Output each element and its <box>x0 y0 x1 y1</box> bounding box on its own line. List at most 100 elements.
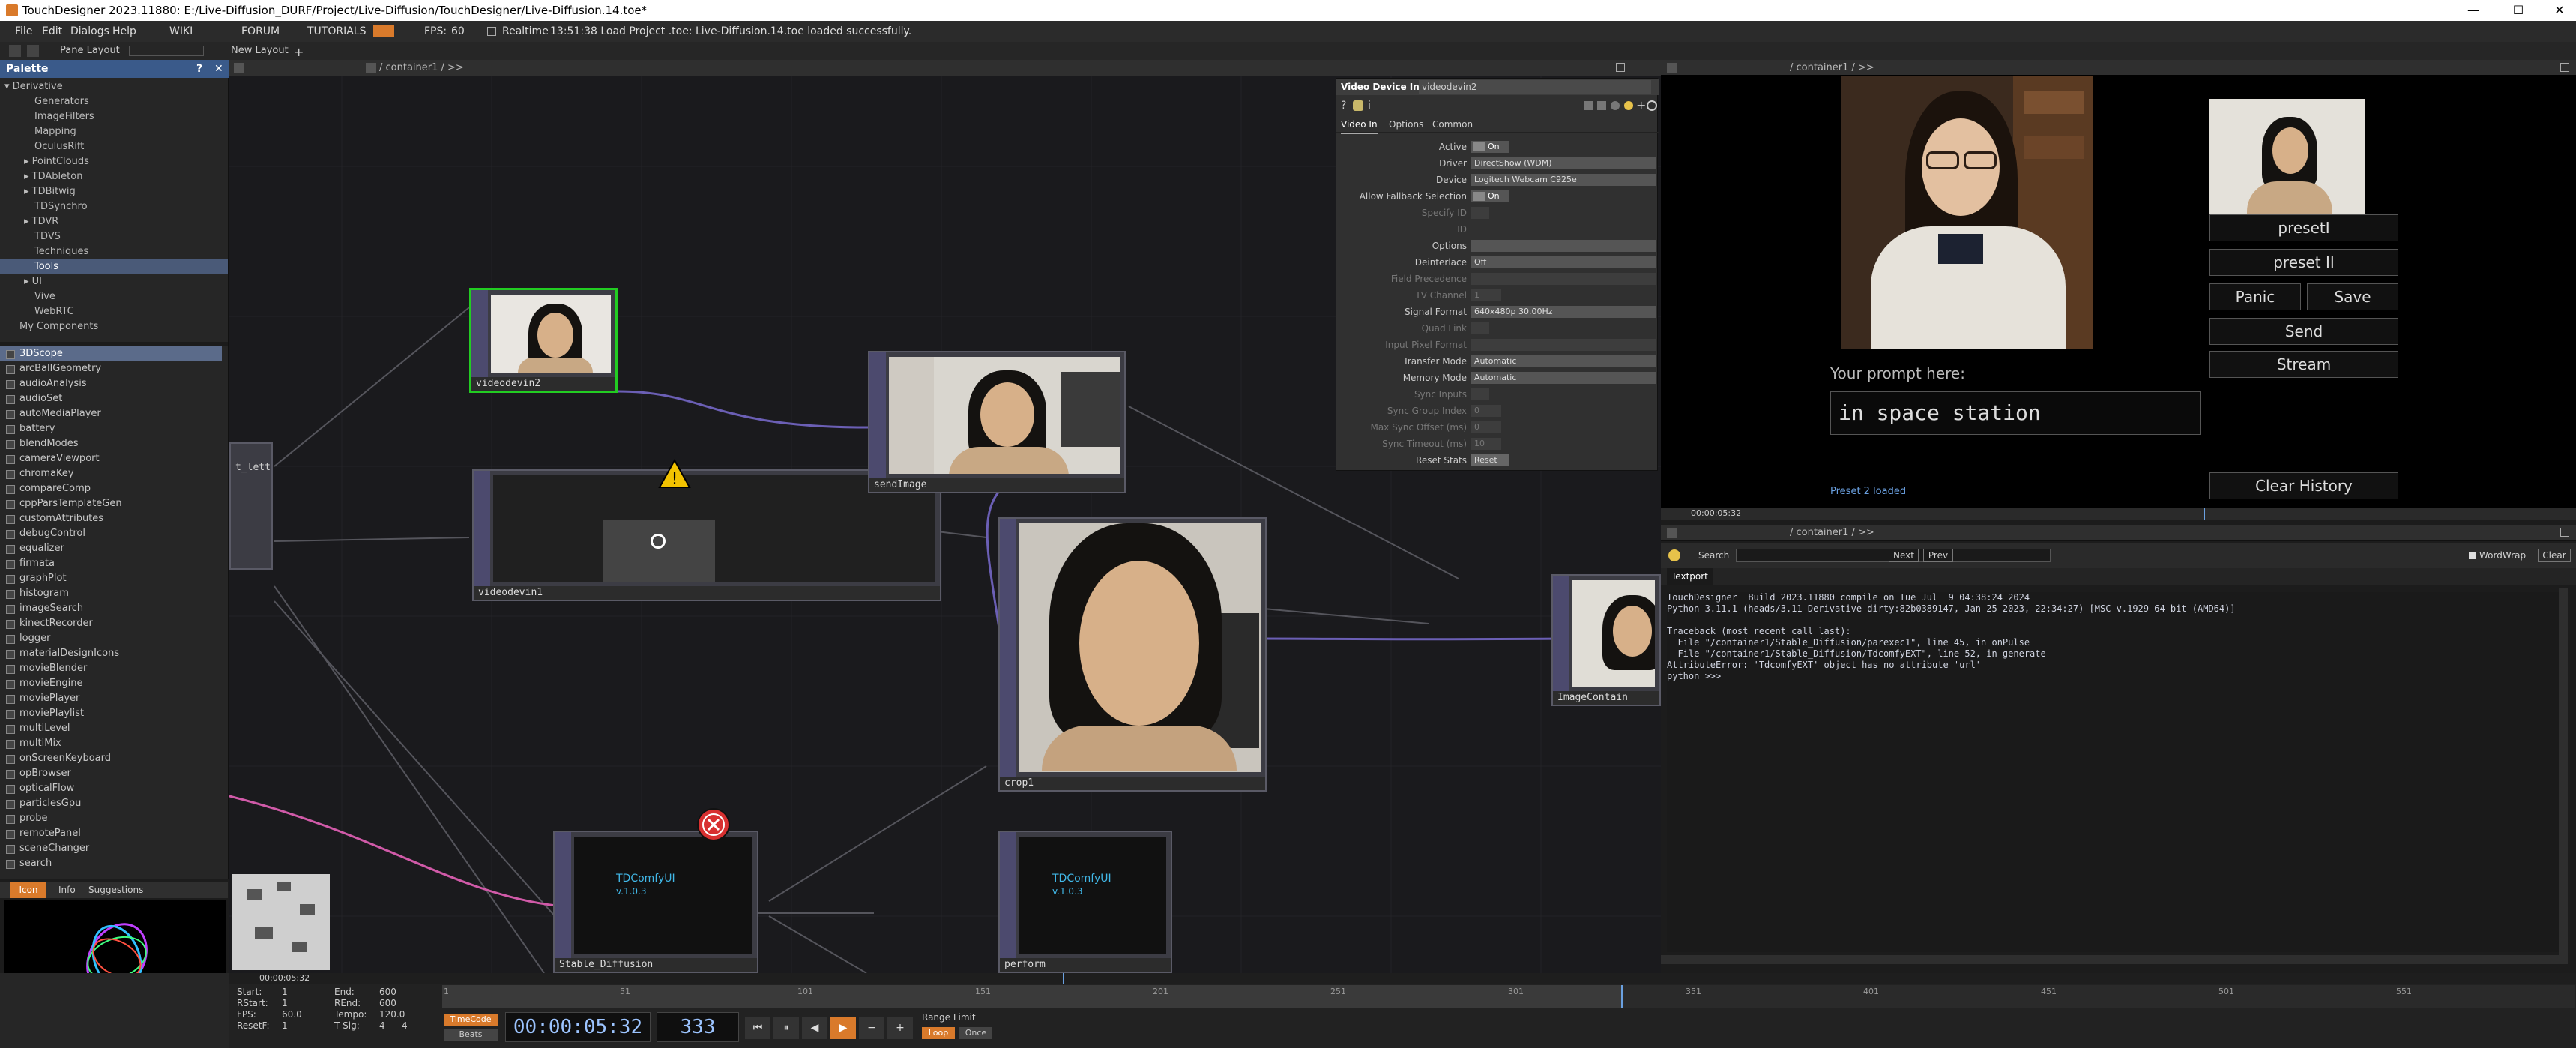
textport-output[interactable]: TouchDesigner Build 2023.11880 compile o… <box>1667 592 2559 952</box>
list-item[interactable]: cameraViewport <box>0 451 222 466</box>
list-item[interactable]: movieBlender <box>0 661 222 676</box>
list-item[interactable]: audioAnalysis <box>0 376 222 391</box>
close-button[interactable]: ✕ <box>2537 0 2576 21</box>
save-button[interactable]: Save <box>2307 283 2398 310</box>
warning-icon[interactable]: ! <box>658 459 691 489</box>
memory-mode-menu[interactable]: Automatic <box>1471 372 1656 384</box>
tab-suggestions[interactable]: Suggestions <box>88 882 143 898</box>
error-icon[interactable] <box>696 807 732 843</box>
viewer-path[interactable]: / container1 / >> <box>1790 60 1874 76</box>
textport-hscrollbar[interactable] <box>1661 955 2568 964</box>
list-item[interactable]: arcBallGeometry <box>0 361 222 376</box>
tab-info[interactable]: Info <box>58 882 76 898</box>
clear-button[interactable]: Clear <box>2538 549 2571 562</box>
list-item[interactable]: multiMix <box>0 736 222 751</box>
network-path[interactable]: / container1 / >> <box>379 60 464 76</box>
node-label[interactable]: sendImage <box>869 478 1124 492</box>
tree-item[interactable]: ImageFilters <box>0 109 228 124</box>
textport-path[interactable]: / container1 / >> <box>1790 525 1874 541</box>
node-crop1[interactable]: crop1 <box>998 517 1267 792</box>
tree-item[interactable]: Generators <box>0 94 228 109</box>
new-layout-button[interactable]: New Layout <box>231 42 289 60</box>
rend-field[interactable]: 600 <box>379 998 396 1009</box>
tab-options[interactable]: Options <box>1389 116 1423 133</box>
list-item[interactable]: multiLevel <box>0 721 222 736</box>
tab-icon[interactable]: Icon <box>10 882 46 898</box>
list-item-selected[interactable]: 3DScope <box>0 346 222 361</box>
maximize-pane-icon[interactable] <box>2560 528 2569 537</box>
list-item[interactable]: cppParsTemplateGen <box>0 496 222 511</box>
quad-link-toggle[interactable] <box>1471 322 1489 334</box>
tree-item[interactable]: ▾ Derivative <box>0 79 228 94</box>
partial-node[interactable]: t_lett <box>229 442 273 570</box>
minimize-button[interactable]: — <box>2451 0 2496 21</box>
field-precedence-menu[interactable] <box>1471 273 1656 285</box>
sync-group-index-field[interactable]: 0 <box>1471 405 1501 417</box>
tree-item[interactable]: WebRTC <box>0 304 228 319</box>
tree-item-selected[interactable]: Tools <box>0 259 228 274</box>
timeline-playhead[interactable] <box>1621 985 1623 1008</box>
node-sendimage[interactable]: sendImage <box>868 351 1126 493</box>
node-videodevin2[interactable]: videodevin2 <box>469 288 618 393</box>
param-edit-icon[interactable] <box>1584 101 1593 110</box>
send-button[interactable]: Send <box>2209 318 2398 345</box>
sync-timeout-field[interactable]: 10 <box>1471 438 1501 450</box>
specify-id-toggle[interactable] <box>1471 207 1489 219</box>
pane-menu-icon[interactable] <box>1667 63 1677 73</box>
tree-item[interactable]: ▸ TDVR <box>0 214 228 229</box>
node-label[interactable]: videodevin2 <box>471 377 615 391</box>
menu-help[interactable]: Help <box>112 21 136 42</box>
layout-presets[interactable] <box>129 46 204 56</box>
list-item[interactable]: debugControl <box>0 526 222 541</box>
list-item[interactable]: graphPlot <box>0 571 222 586</box>
list-item[interactable]: autoMediaPlayer <box>0 406 222 421</box>
frame-display[interactable]: 333 <box>657 1012 739 1042</box>
node-label[interactable]: videodevin1 <box>474 586 940 600</box>
options-menu[interactable] <box>1471 240 1656 252</box>
list-item[interactable]: probe <box>0 811 222 826</box>
play-button[interactable]: ▶ <box>830 1017 856 1039</box>
list-item[interactable]: opBrowser <box>0 766 222 781</box>
tree-item[interactable]: TDSynchro <box>0 199 228 214</box>
tree-item[interactable]: ▸ TDBitwig <box>0 184 228 199</box>
tree-item[interactable]: Techniques <box>0 244 228 259</box>
tab-textport[interactable]: Textport <box>1667 568 1713 585</box>
list-item[interactable]: onScreenKeyboard <box>0 751 222 766</box>
maximize-pane-icon[interactable] <box>1616 63 1625 72</box>
rewind-button[interactable]: ⏮ <box>745 1017 770 1039</box>
tab-video-in[interactable]: Video In <box>1341 116 1378 134</box>
network-minimap[interactable] <box>232 874 330 970</box>
list-item[interactable]: moviePlaylist <box>0 706 222 721</box>
rstart-field[interactable]: 1 <box>282 998 288 1009</box>
param-settings-icon[interactable] <box>1647 100 1657 111</box>
tab-common[interactable]: Common <box>1432 116 1473 133</box>
tree-item[interactable]: ▸ PointClouds <box>0 154 228 169</box>
timecode-display[interactable]: 00:00:05:32 <box>505 1012 651 1042</box>
tree-item[interactable]: ▸ TDAbleton <box>0 169 228 184</box>
node-label[interactable]: Stable_Diffusion <box>555 958 757 972</box>
next-button[interactable]: Next <box>1889 549 1919 562</box>
end-field[interactable]: 600 <box>379 987 396 998</box>
sync-inputs-toggle[interactable] <box>1471 388 1489 400</box>
tutorials-link[interactable]: TUTORIALS <box>307 21 367 42</box>
wiki-link[interactable]: WIKI <box>169 21 193 42</box>
node-imagecontain[interactable]: ImageContain <box>1551 574 1661 706</box>
list-item[interactable]: equalizer <box>0 541 222 556</box>
param-color-icon[interactable] <box>1624 101 1633 110</box>
pane-layout-label[interactable]: Pane Layout <box>60 42 120 60</box>
driver-menu[interactable]: DirectShow (WDM) <box>1471 157 1656 169</box>
stream-button[interactable]: Stream <box>2209 351 2398 378</box>
preset2-button[interactable]: preset II <box>2209 249 2398 276</box>
list-item[interactable]: chromaKey <box>0 466 222 481</box>
prev-button[interactable]: Prev <box>1923 549 1953 562</box>
param-info-icon[interactable]: i <box>1368 97 1371 115</box>
list-item[interactable]: compareComp <box>0 481 222 496</box>
add-layout-icon[interactable]: + <box>294 43 304 61</box>
node-stable-diffusion[interactable]: TDComfyUI v.1.0.3 Stable_Diffusion <box>553 831 758 973</box>
list-item[interactable]: remotePanel <box>0 826 222 841</box>
tree-item[interactable]: OculusRift <box>0 139 228 154</box>
list-item[interactable]: movieEngine <box>0 676 222 691</box>
perform-mode-icon[interactable] <box>373 25 394 37</box>
fallback-toggle[interactable]: On <box>1471 190 1509 202</box>
param-op-name[interactable]: videodevin2 <box>1419 80 1651 94</box>
